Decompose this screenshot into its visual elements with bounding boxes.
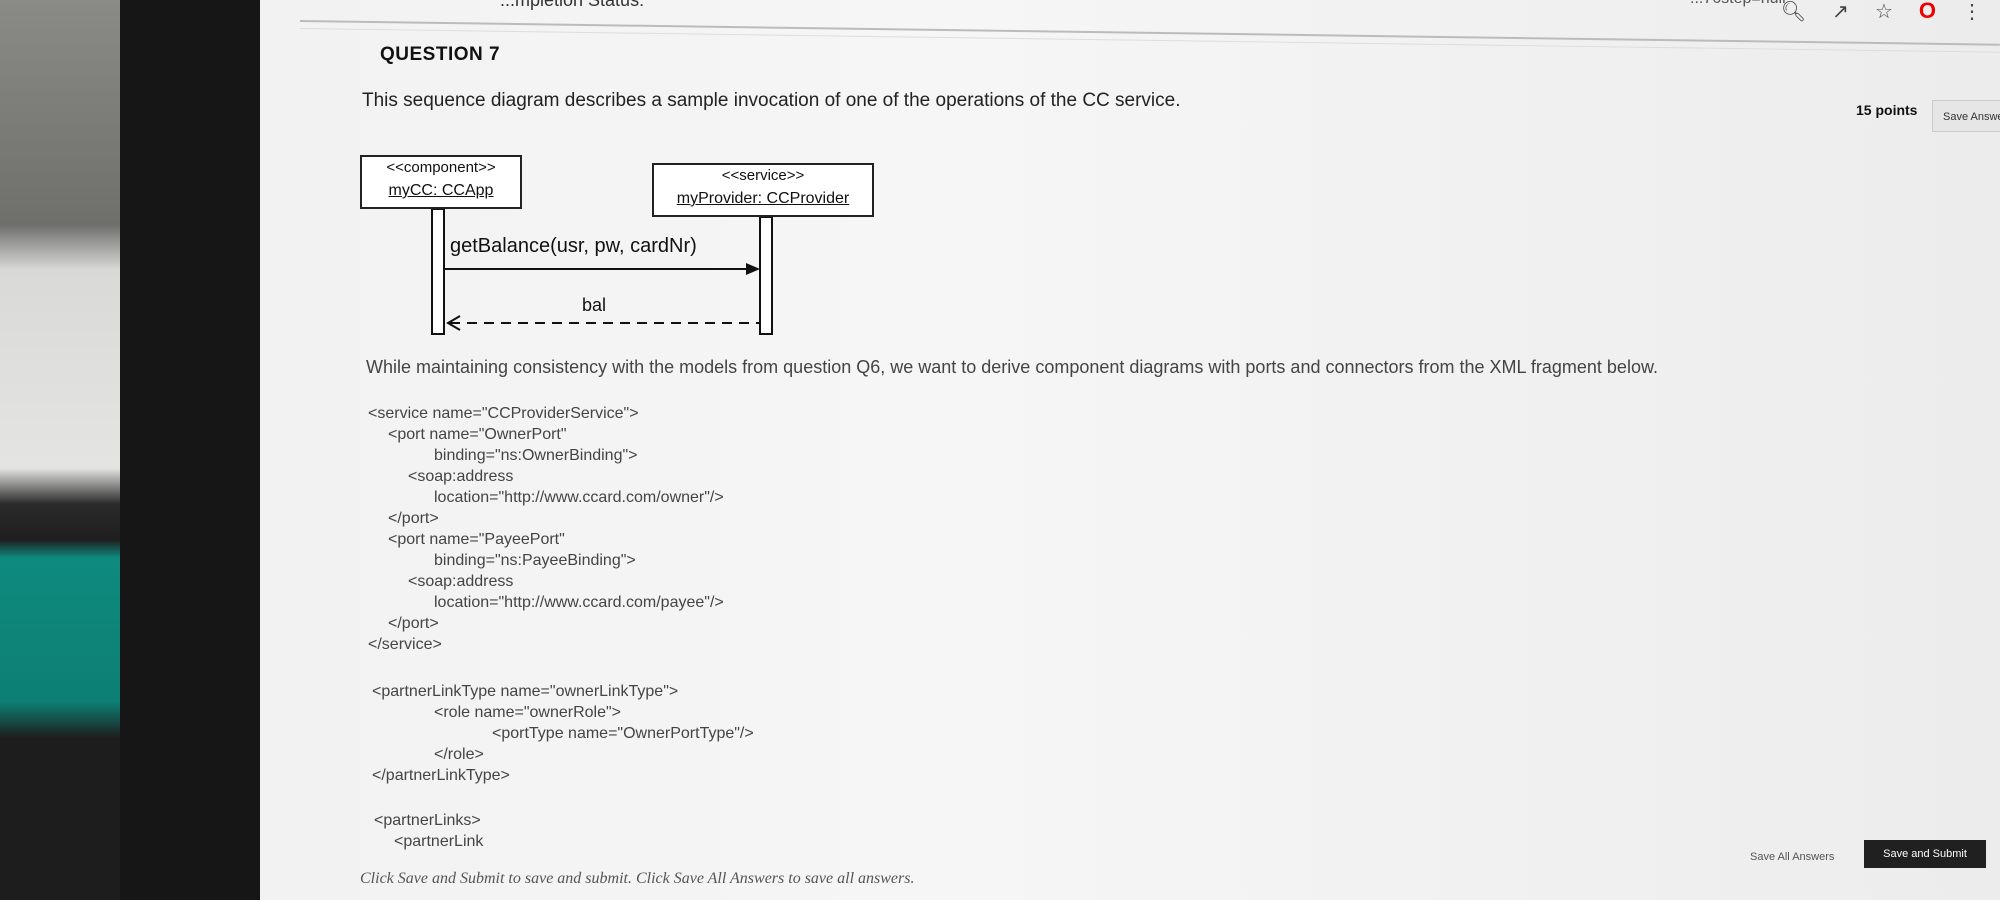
- xml-line: <portType name="OwnerPortType"/>: [492, 725, 754, 742]
- question-paragraph: While maintaining consistency with the m…: [366, 357, 1658, 377]
- service-stereotype: <<service>>: [721, 167, 805, 184]
- save-and-submit-button[interactable]: Save and Submit: [1864, 840, 1986, 868]
- return-message-label: bal: [582, 295, 607, 315]
- xml-line: <partnerLinks>: [374, 812, 481, 829]
- question-title: QUESTION 7: [380, 44, 501, 65]
- xml-line: </port>: [388, 510, 439, 527]
- xml-line: <service name="CCProviderService">: [368, 405, 639, 422]
- menu-icon[interactable]: ⋮: [1962, 0, 1982, 24]
- star-icon[interactable]: ☆: [1875, 0, 1893, 24]
- component-lifeline-box: <<component>> myCC: CCApp: [360, 155, 522, 209]
- component-name: myCC: CCApp: [388, 182, 494, 199]
- browser-screen: ...mpletion Status: ...76step=null 🔍︎ ↗ …: [260, 0, 2000, 900]
- xml-line: <soap:address: [408, 573, 514, 590]
- save-all-answers-button[interactable]: Save All Answers: [1750, 851, 1834, 863]
- submit-hint: Click Save and Submit to save and submit…: [360, 870, 915, 887]
- xml-line: <soap:address: [408, 468, 514, 485]
- opera-icon[interactable]: O: [1919, 0, 1936, 24]
- url-fragment[interactable]: ...76step=null: [1690, 0, 1786, 8]
- xml-line: </service>: [368, 636, 442, 653]
- service-lifeline-box: <<service>> myProvider: CCProvider: [652, 163, 874, 217]
- xml-line: <partnerLinkType name="ownerLinkType">: [372, 683, 679, 700]
- browser-toolbar-icons: 🔍︎ ↗ ☆ O ⋮: [1781, 0, 1982, 24]
- xml-line: </role>: [434, 746, 484, 763]
- xml-line: location="http://www.ccard.com/payee"/>: [434, 594, 724, 611]
- xml-line: <role name="ownerRole">: [434, 704, 622, 721]
- component-stereotype: <<component>>: [386, 159, 496, 176]
- xml-line: </partnerLinkType>: [372, 767, 510, 784]
- save-answer-button[interactable]: Save Answer: [1932, 100, 2000, 132]
- xml-line: binding="ns:OwnerBinding">: [434, 447, 638, 464]
- xml-line: </port>: [388, 615, 439, 632]
- xml-line: <partnerLink: [394, 833, 484, 850]
- call-message-label: getBalance(usr, pw, cardNr): [450, 235, 697, 257]
- xml-line: <port name="OwnerPort": [388, 426, 567, 443]
- xml-line: <port name="PayeePort": [388, 531, 565, 548]
- sequence-diagram: <<component>> myCC: CCApp <<service>> my…: [360, 155, 880, 345]
- search-icon[interactable]: 🔍︎: [1781, 0, 1806, 24]
- xml-line: location="http://www.ccard.com/owner"/>: [434, 489, 724, 506]
- share-icon[interactable]: ↗: [1832, 0, 1849, 24]
- desk-background: [0, 0, 120, 900]
- question-points: 15 points: [1856, 102, 1918, 118]
- browser-topbar: ...mpletion Status: ...76step=null 🔍︎ ↗ …: [260, 0, 2000, 24]
- service-name: myProvider: CCProvider: [676, 190, 850, 207]
- question-intro: This sequence diagram describes a sample…: [362, 90, 1181, 111]
- xml-line: binding="ns:PayeeBinding">: [434, 552, 636, 569]
- divider: [299, 20, 2000, 46]
- completion-status-label: ...mpletion Status:: [500, 0, 645, 10]
- monitor-bezel: [120, 0, 260, 900]
